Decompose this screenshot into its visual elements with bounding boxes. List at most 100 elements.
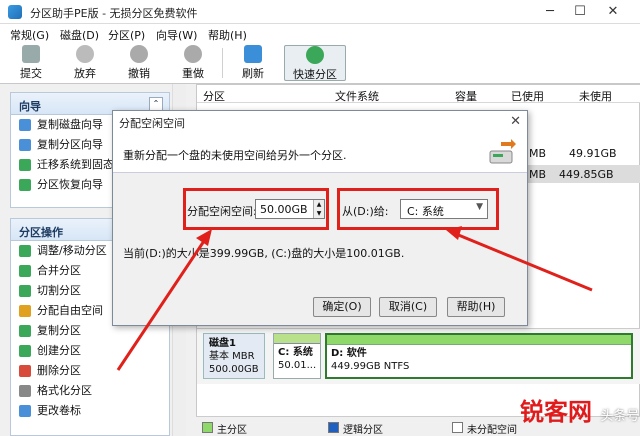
row2-free: 449.85GB — [559, 168, 614, 181]
legend-unallocated: 未分配空间 — [452, 421, 517, 436]
dialog-header: 重新分配一个盘的未使用空间给另外一个分区. — [113, 133, 527, 173]
item-label: 分区恢复向导 — [37, 178, 103, 191]
watermark-sub: 头条号 — [600, 409, 640, 424]
merge-icon — [19, 265, 31, 277]
item-label: 复制分区向导 — [37, 138, 103, 151]
op-create-partition[interactable]: 创建分区 — [11, 341, 169, 361]
row2-used: MB — [529, 168, 547, 181]
menu-partition[interactable]: 分区(P) — [108, 27, 145, 43]
resize-icon — [19, 245, 31, 257]
quick-partition-button[interactable]: 快速分区 — [284, 45, 346, 81]
submit-button[interactable]: 提交 — [14, 45, 48, 81]
delete-icon — [19, 365, 31, 377]
collapse-icon[interactable]: ⌃ — [149, 97, 163, 111]
menu-bar: 常规(G) 磁盘(D) 分区(P) 向导(W) 帮助(H) — [0, 24, 640, 42]
redo-label: 重做 — [182, 67, 204, 80]
copy-disk-icon — [19, 119, 31, 131]
partition-c-size: 50.01... — [278, 360, 317, 371]
disk-icon — [306, 46, 324, 64]
maximize-button[interactable]: ☐ — [565, 2, 595, 22]
redo-button[interactable]: 重做 — [176, 45, 210, 81]
title-bar: 分区助手PE版 - 无损分区免费软件 ─ ☐ ✕ — [0, 0, 640, 24]
redo-icon — [184, 45, 202, 63]
col-filesystem[interactable]: 文件系统 — [335, 88, 379, 104]
dialog-title-bar: 分配空闲空间 ✕ — [113, 111, 527, 133]
disk-type: 基本 MBR — [209, 351, 255, 362]
undo-button[interactable]: 撤销 — [122, 45, 156, 81]
partition-c-usage-bar — [274, 334, 320, 344]
col-used[interactable]: 已使用 — [511, 88, 544, 104]
row1-used: MB — [529, 147, 547, 160]
legend-label: 主分区 — [217, 425, 247, 436]
item-label: 创建分区 — [37, 344, 81, 357]
legend-label: 逻辑分区 — [343, 425, 383, 436]
partition-d-label: D: 软件 — [331, 348, 367, 359]
menu-general[interactable]: 常规(G) — [10, 27, 49, 43]
discard-label: 放弃 — [74, 67, 96, 80]
col-free[interactable]: 未使用 — [579, 88, 612, 104]
refresh-icon — [244, 45, 262, 63]
refresh-button[interactable]: 刷新 — [236, 45, 270, 81]
item-label: 调整/移动分区 — [37, 244, 107, 257]
col-partition[interactable]: 分区 — [203, 88, 225, 104]
close-button[interactable]: ✕ — [598, 2, 628, 22]
help-button[interactable]: 帮助(H) — [447, 297, 505, 317]
copy-icon — [19, 325, 31, 337]
item-label: 更改卷标 — [37, 404, 81, 417]
op-delete-partition[interactable]: 删除分区 — [11, 361, 169, 381]
disk-info[interactable]: 磁盘1 基本 MBR 500.00GB — [203, 333, 265, 379]
submit-label: 提交 — [20, 67, 42, 80]
undo-icon — [130, 45, 148, 63]
migrate-icon — [19, 159, 31, 171]
legend-logical: 逻辑分区 — [328, 421, 383, 436]
op-format-partition[interactable]: 格式化分区 — [11, 381, 169, 401]
wizard-panel-title: 向导 — [19, 100, 41, 113]
item-label: 复制磁盘向导 — [37, 118, 103, 131]
create-icon — [19, 345, 31, 357]
primary-swatch — [202, 422, 213, 433]
col-capacity[interactable]: 容量 — [455, 88, 477, 104]
cancel-button[interactable]: 取消(C) — [379, 297, 437, 317]
refresh-label: 刷新 — [242, 67, 264, 80]
recovery-icon — [19, 179, 31, 191]
highlight-box-target — [337, 188, 499, 230]
item-label: 删除分区 — [37, 364, 81, 377]
dialog-close-icon[interactable]: ✕ — [510, 114, 521, 129]
dialog-title: 分配空闲空间 — [119, 117, 185, 130]
item-label: 合并分区 — [37, 264, 81, 277]
disk-size: 500.00GB — [209, 364, 259, 375]
app-icon — [8, 5, 22, 19]
allocate-icon — [19, 305, 31, 317]
item-label: 复制分区 — [37, 324, 81, 337]
table-header: 分区 文件系统 容量 已使用 未使用 — [197, 85, 640, 103]
partition-c[interactable]: C: 系统 50.01... — [273, 333, 321, 379]
legend-primary: 主分区 — [202, 421, 247, 436]
disk-map: 磁盘1 基本 MBR 500.00GB C: 系统 50.01... D: 软件 4… — [197, 328, 640, 384]
disk-transfer-icon — [489, 139, 516, 164]
unallocated-swatch — [452, 422, 463, 433]
partition-d-usage-bar — [327, 335, 631, 345]
split-icon — [19, 285, 31, 297]
watermark: 锐客网 头条号 — [520, 392, 639, 427]
label-icon — [19, 405, 31, 417]
partition-c-label: C: 系统 — [278, 347, 313, 358]
disk-name: 磁盘1 — [209, 338, 236, 349]
partition-d[interactable]: D: 软件 449.99GB NTFS — [325, 333, 633, 379]
minimize-button[interactable]: ─ — [535, 2, 565, 22]
toolbar: 提交 放弃 撤销 重做 刷新 快速分区 — [0, 42, 640, 84]
discard-button[interactable]: 放弃 — [68, 45, 102, 81]
dialog-description: 重新分配一个盘的未使用空间给另外一个分区. — [123, 149, 347, 162]
menu-disk[interactable]: 磁盘(D) — [60, 27, 99, 43]
ok-button[interactable]: 确定(O) — [313, 297, 371, 317]
logical-swatch — [328, 422, 339, 433]
op-change-label[interactable]: 更改卷标 — [11, 401, 169, 421]
legend-label: 未分配空间 — [467, 425, 517, 436]
item-label: 切割分区 — [37, 284, 81, 297]
quick-partition-label: 快速分区 — [293, 68, 337, 81]
allocate-free-space-dialog: 分配空闲空间 ✕ 重新分配一个盘的未使用空间给另外一个分区. 分配空闲空间: 5… — [112, 110, 528, 326]
menu-help[interactable]: 帮助(H) — [208, 27, 247, 43]
format-icon — [19, 385, 31, 397]
undo-label: 撤销 — [128, 67, 150, 80]
item-label: 分配自由空间 — [37, 304, 103, 317]
menu-wizard[interactable]: 向导(W) — [156, 27, 197, 43]
